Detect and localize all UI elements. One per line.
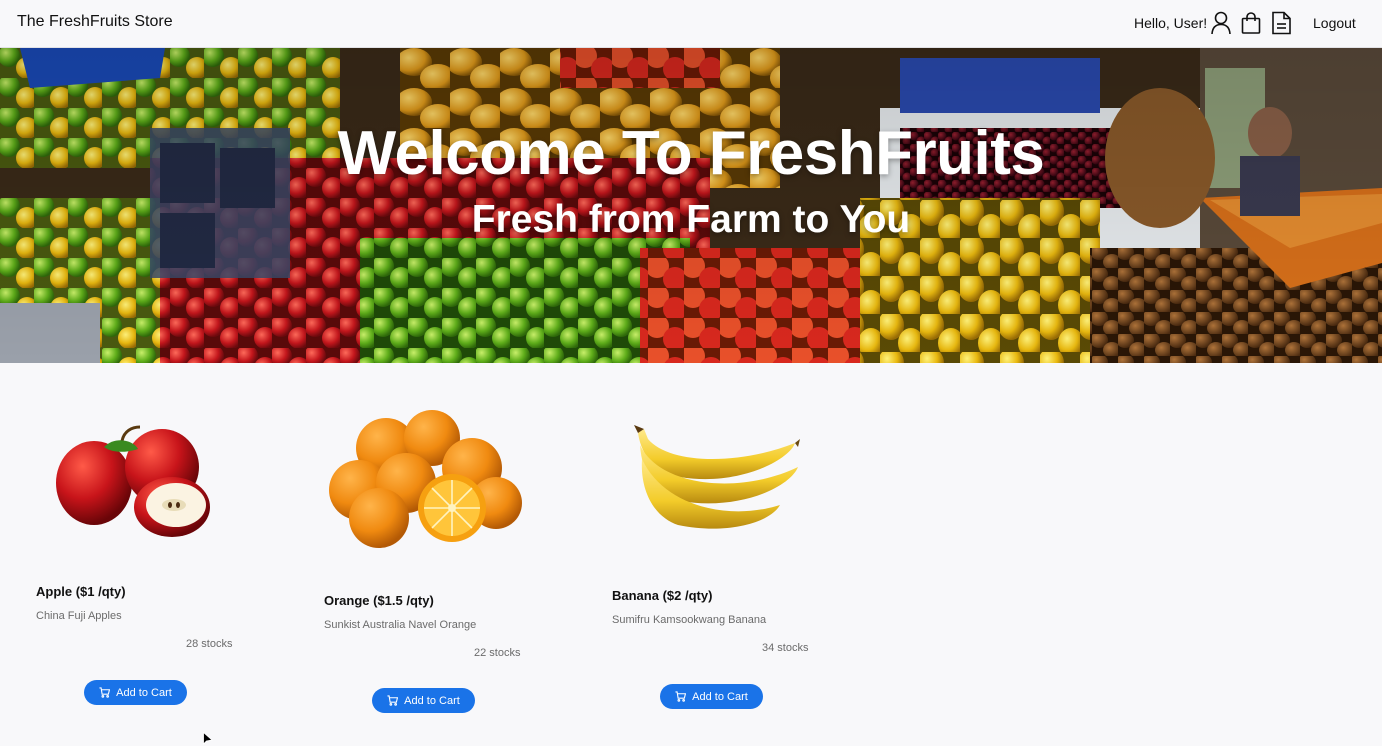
apple-product-image <box>56 425 210 537</box>
brand-link[interactable]: The FreshFruits Store <box>17 13 173 31</box>
product-stock: 34 stocks <box>762 642 809 654</box>
add-to-cart-button[interactable]: Add to Cart <box>84 680 187 705</box>
banana-product-image <box>634 425 800 529</box>
product-description: Sumifru Kamsookwang Banana <box>612 614 767 626</box>
user-icon[interactable] <box>1210 11 1232 35</box>
hero-title: Welcome To FreshFruits <box>337 119 1045 188</box>
product-name: Apple ($1 /qty) <box>36 584 126 599</box>
logout-link[interactable]: Logout <box>1313 15 1356 31</box>
product-description: Sunkist Australia Navel Orange <box>324 619 477 631</box>
add-to-cart-label: Add to Cart <box>692 690 748 703</box>
cart-icon <box>387 695 399 706</box>
product-description: China Fuji Apples <box>36 610 122 622</box>
add-to-cart-label: Add to Cart <box>404 694 460 707</box>
add-to-cart-label: Add to Cart <box>116 686 172 699</box>
navbar: The FreshFruits Store Hello, User! Logou… <box>0 0 1382 48</box>
add-to-cart-button[interactable]: Add to Cart <box>660 684 763 709</box>
cart-icon <box>675 691 687 702</box>
cart-icon <box>99 687 111 698</box>
shopping-bag-icon[interactable] <box>1240 11 1262 35</box>
hero-subtitle: Fresh from Farm to You <box>471 198 911 241</box>
product-stock: 28 stocks <box>186 638 233 650</box>
product-name: Banana ($2 /qty) <box>612 588 713 603</box>
orders-document-icon[interactable] <box>1270 11 1292 35</box>
product-stock: 22 stocks <box>474 647 521 659</box>
product-card-apple: Apple ($1 /qty) China Fuji Apples 28 sto… <box>36 413 286 713</box>
orange-product-image <box>329 410 522 548</box>
product-name: Orange ($1.5 /qty) <box>324 593 434 608</box>
mouse-cursor-icon <box>203 732 213 745</box>
hero-banner: Welcome To FreshFruits Fresh from Farm t… <box>0 48 1382 363</box>
user-greeting: Hello, User! <box>1134 15 1208 31</box>
product-card-orange: Orange ($1.5 /qty) Sunkist Australia Nav… <box>324 410 574 713</box>
add-to-cart-button[interactable]: Add to Cart <box>372 688 475 713</box>
product-card-banana: Banana ($2 /qty) Sumifru Kamsookwang Ban… <box>612 413 862 713</box>
